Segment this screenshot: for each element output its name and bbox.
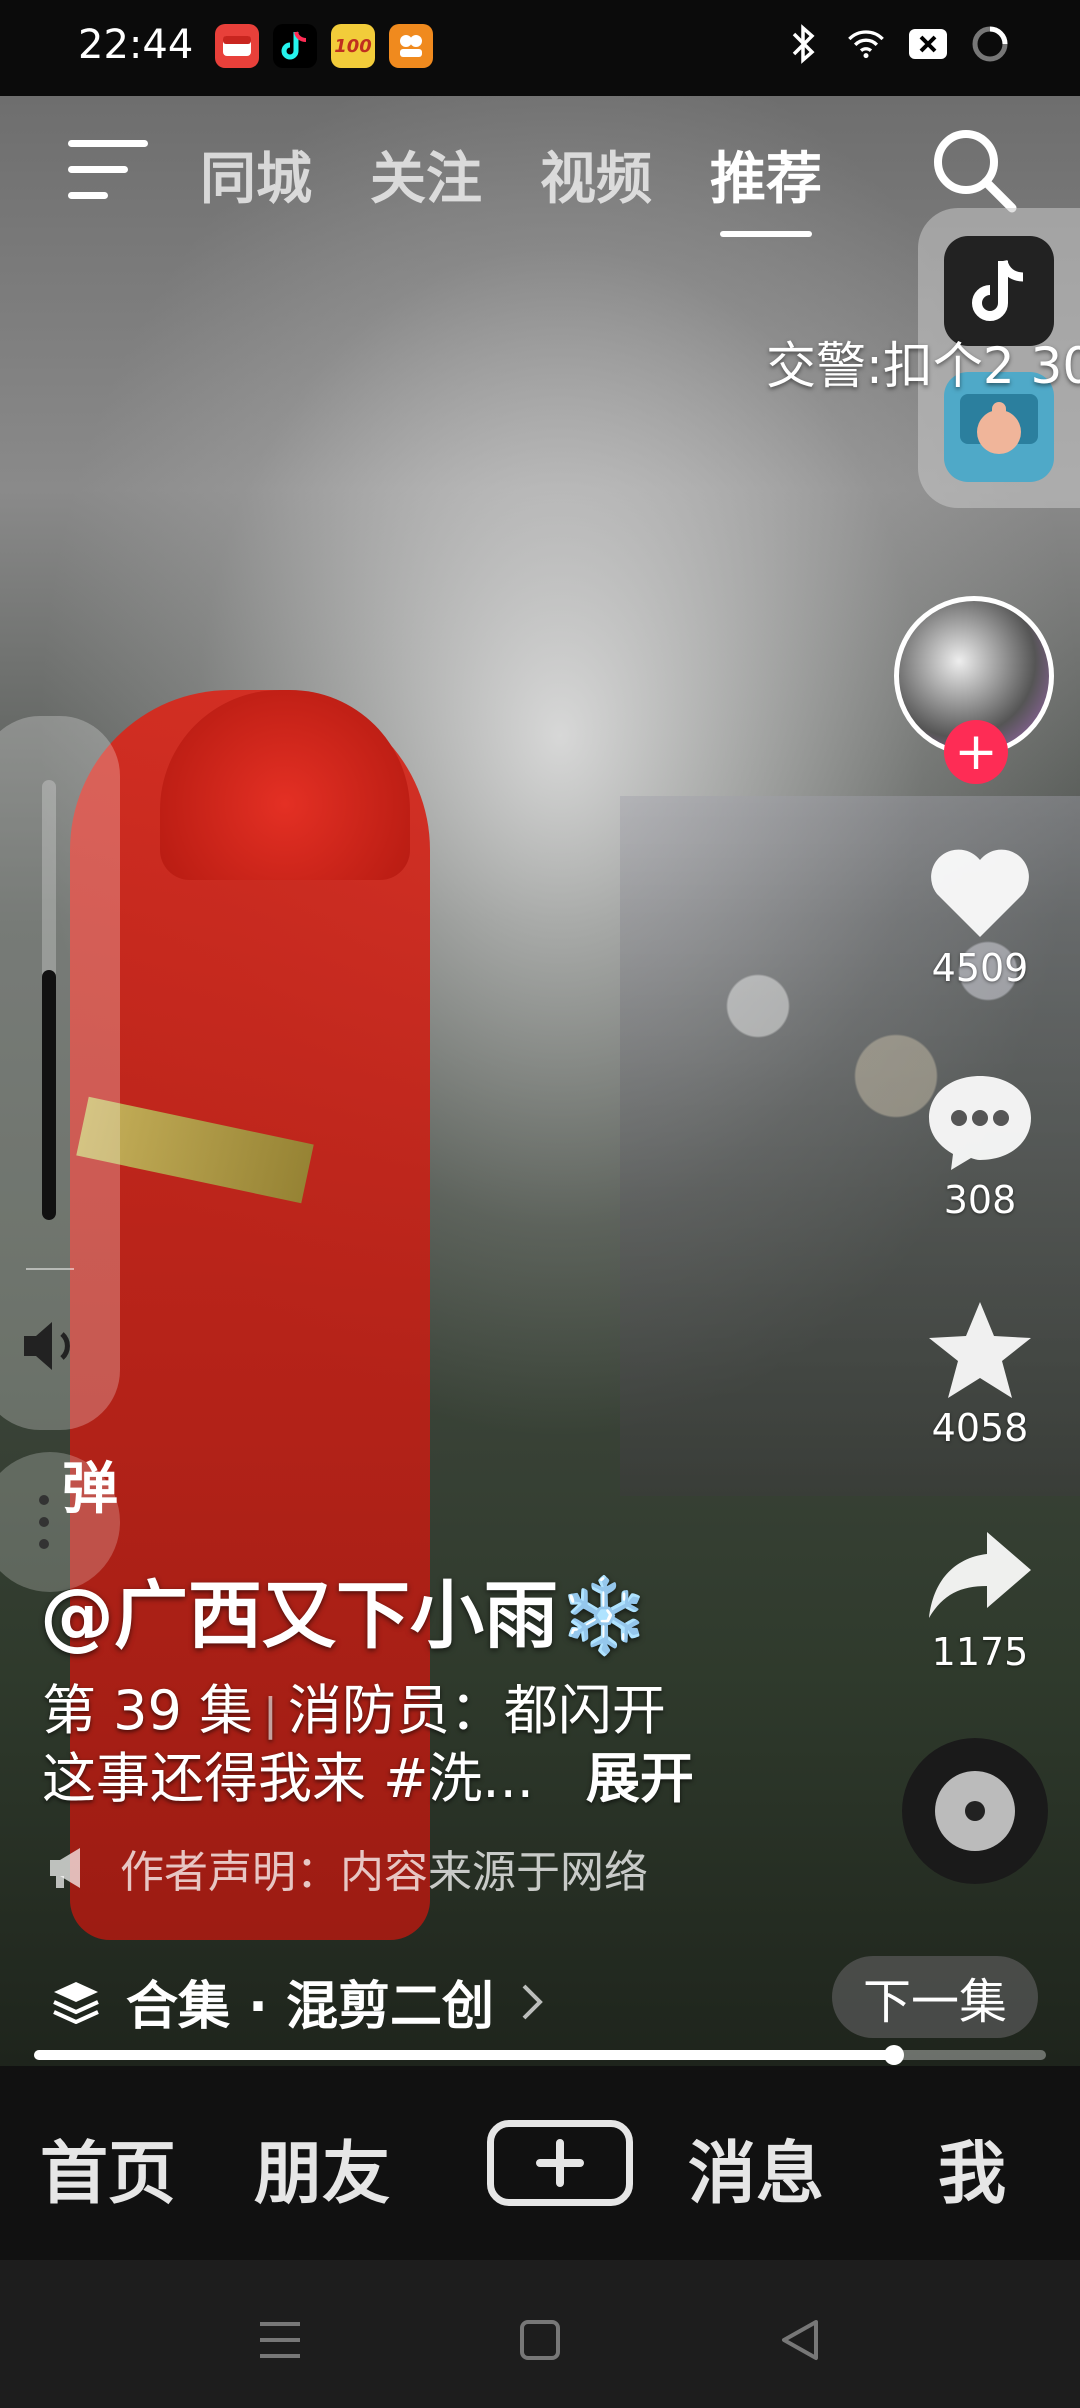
tab-local[interactable]: 同城 bbox=[200, 134, 312, 215]
danmu-toggle[interactable]: 弹 bbox=[62, 1444, 118, 1525]
favorite-button[interactable]: 4058 bbox=[910, 1298, 1050, 1450]
tab-video[interactable]: 视频 bbox=[540, 134, 652, 215]
home-square-icon[interactable] bbox=[516, 2318, 564, 2362]
tiktok-app-icon bbox=[273, 24, 317, 68]
plus-icon bbox=[536, 2139, 584, 2187]
megaphone-icon bbox=[50, 1848, 80, 1888]
top-tabs: 同城 关注 视频 推荐 bbox=[200, 134, 822, 237]
system-icons bbox=[784, 24, 1010, 64]
tab-recommended[interactable]: 推荐 bbox=[710, 134, 822, 237]
caption-line-2: 这事还得我来 #洗... 展开 bbox=[42, 1734, 694, 1813]
status-time: 22:44 bbox=[78, 22, 194, 68]
like-button[interactable]: 4509 bbox=[910, 842, 1050, 990]
caption-text: 这事还得我来 #洗... bbox=[42, 1747, 534, 1810]
chevron-right-icon bbox=[522, 1984, 543, 2019]
like-count: 4509 bbox=[931, 946, 1029, 990]
orange-app-icon bbox=[389, 24, 433, 68]
homework-app-icon: 100 bbox=[331, 24, 375, 68]
comment-icon bbox=[929, 1076, 1031, 1170]
collection-link[interactable]: 合集 · 混剪二创 bbox=[52, 1964, 544, 2039]
disclaimer-text: 作者声明：内容来源于网络 bbox=[120, 1847, 648, 1898]
comment-count: 308 bbox=[943, 1178, 1017, 1222]
danmaku-comment: 交警:扣个2 30 bbox=[766, 337, 1080, 395]
share-button[interactable]: 1175 bbox=[910, 1526, 1050, 1674]
next-episode-button[interactable]: 下一集 bbox=[832, 1956, 1038, 2038]
menu-icon[interactable] bbox=[66, 136, 150, 204]
volume-level bbox=[42, 970, 56, 1220]
bluetooth-icon bbox=[784, 24, 824, 64]
loading-ring-icon bbox=[970, 24, 1010, 64]
wifi-icon bbox=[846, 24, 886, 64]
favorite-count: 4058 bbox=[931, 1406, 1029, 1450]
author-disclaimer: 作者声明：内容来源于网络 bbox=[46, 1836, 648, 1900]
music-disc[interactable] bbox=[902, 1738, 1048, 1884]
follow-plus-button[interactable]: + bbox=[944, 720, 1008, 784]
tab-following[interactable]: 关注 bbox=[370, 134, 482, 215]
collection-label: 合集 · 混剪二创 bbox=[126, 1977, 494, 2037]
layers-icon bbox=[53, 1981, 99, 2024]
battery-x-icon bbox=[908, 24, 948, 64]
nav-home[interactable]: 首页 bbox=[40, 2118, 176, 2217]
speaker-icon[interactable] bbox=[20, 1318, 80, 1374]
status-bar: 22:44 100 bbox=[0, 0, 1080, 96]
video-progress-fill bbox=[34, 2050, 894, 2060]
nav-friends[interactable]: 朋友 bbox=[254, 2118, 390, 2217]
episode-title: 消防员：都闪开 bbox=[287, 1679, 666, 1742]
video-progress-knob[interactable] bbox=[884, 2045, 904, 2065]
author-name[interactable]: @广西又下小雨❄️ bbox=[40, 1556, 650, 1663]
back-triangle-icon[interactable] bbox=[776, 2318, 824, 2362]
nav-messages[interactable]: 消息 bbox=[688, 2118, 824, 2217]
create-post-button[interactable] bbox=[487, 2120, 633, 2206]
volume-divider bbox=[26, 1268, 74, 1270]
heart-icon bbox=[931, 849, 1029, 937]
red-packet-app-icon bbox=[215, 24, 259, 68]
caption-separator: | bbox=[263, 1689, 278, 1740]
share-count: 1175 bbox=[931, 1630, 1029, 1674]
comment-button[interactable]: 308 bbox=[910, 1070, 1050, 1222]
episode-number: 第 39 集 bbox=[42, 1679, 254, 1742]
nav-me[interactable]: 我 bbox=[938, 2118, 1006, 2217]
share-arrow-icon bbox=[929, 1532, 1031, 1618]
notification-icons: 100 bbox=[215, 24, 433, 68]
star-icon bbox=[929, 1302, 1031, 1398]
search-icon[interactable] bbox=[928, 124, 1020, 216]
more-dots-icon[interactable] bbox=[38, 1494, 50, 1550]
expand-button[interactable]: 展开 bbox=[586, 1747, 694, 1810]
recents-icon[interactable] bbox=[256, 2318, 304, 2362]
